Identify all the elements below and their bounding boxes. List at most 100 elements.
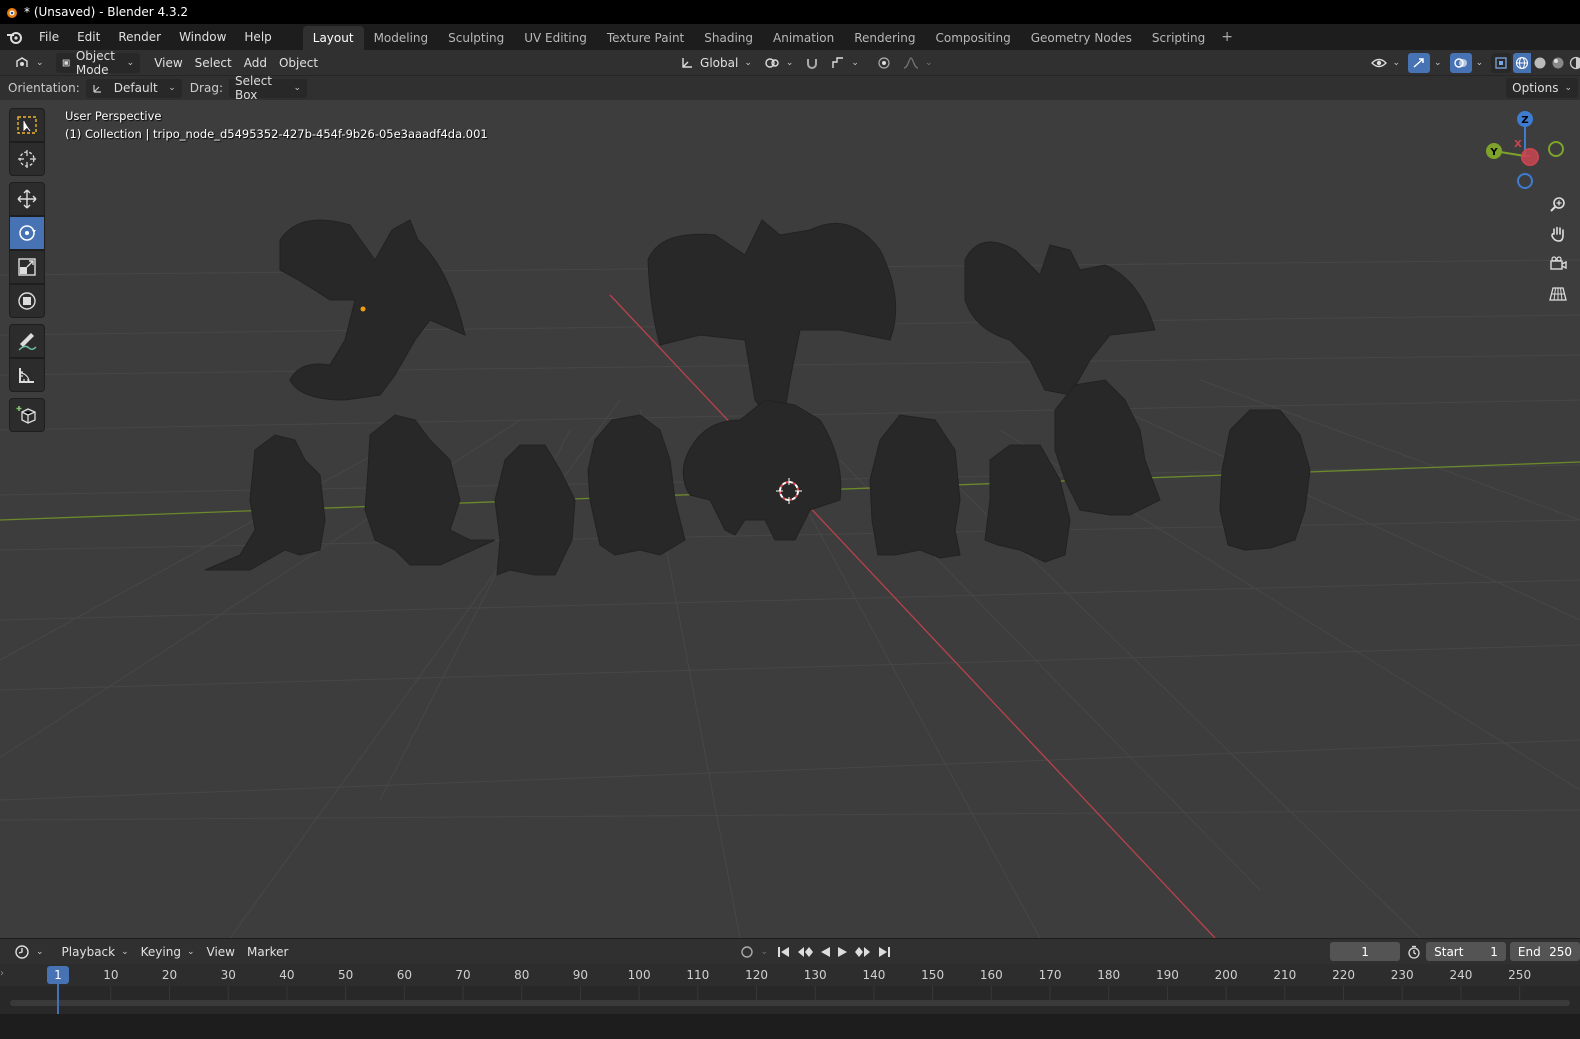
header-menu-view[interactable]: View [148, 53, 188, 73]
shading-rendered-button[interactable] [1567, 53, 1580, 73]
chevron-down-icon: ⌄ [121, 946, 129, 957]
rotate-tool[interactable] [9, 216, 45, 250]
add-workspace-button[interactable]: + [1215, 24, 1239, 50]
play-button[interactable] [834, 942, 852, 962]
mode-selector[interactable]: Object Mode ⌄ [55, 49, 141, 77]
preview-range-toggle[interactable] [1404, 942, 1424, 962]
chevron-down-icon: ⌄ [293, 83, 301, 93]
window-title: * (Unsaved) - Blender 4.3.2 [24, 5, 189, 19]
zoom-button[interactable] [1544, 191, 1572, 219]
next-keyframe-button[interactable] [852, 942, 874, 962]
timeline-menu-playback[interactable]: Playback ⌄ [56, 942, 135, 962]
start-frame-field[interactable]: Start 1 [1426, 942, 1506, 961]
playhead-marker[interactable]: 1 [47, 966, 69, 984]
header-menu-object[interactable]: Object [273, 53, 324, 73]
shading-wireframe-button[interactable] [1513, 52, 1532, 73]
snap-toggle[interactable] [799, 53, 825, 73]
transform-orientation-selector[interactable]: Global ⌄ [674, 53, 758, 73]
drag-dropdown[interactable]: Select Box ⌄ [228, 74, 307, 102]
navigation-gizmo[interactable]: Z Y X [1480, 106, 1570, 196]
play-reverse-button[interactable] [816, 942, 834, 962]
end-frame-field[interactable]: End 250 [1509, 942, 1580, 961]
gizmo-toggle[interactable] [1408, 52, 1431, 73]
timeline-tick-label: 160 [979, 968, 1003, 982]
header-menu-add[interactable]: Add [238, 53, 273, 73]
tab-uv-editing[interactable]: UV Editing [514, 26, 597, 50]
blender-menu-icon[interactable] [6, 30, 24, 44]
orientation-axes-icon [682, 57, 693, 68]
timeline-area[interactable]: 10 20 30 40 50 60 70 80 90 100 110 120 130 140 150 160 1… [0, 964, 1580, 1014]
prev-keyframe-button[interactable] [794, 942, 816, 962]
tab-geometry-nodes[interactable]: Geometry Nodes [1021, 26, 1142, 50]
tab-rendering[interactable]: Rendering [844, 26, 925, 50]
current-frame-field[interactable]: 1 [1330, 942, 1401, 961]
perspective-toggle-button[interactable] [1544, 280, 1572, 308]
move-tool[interactable] [9, 182, 45, 216]
tab-compositing[interactable]: Compositing [925, 26, 1020, 50]
menu-file[interactable]: File [30, 30, 68, 44]
menu-render[interactable]: Render [109, 30, 170, 44]
gizmo-dropdown[interactable]: ⌄ [1434, 58, 1442, 68]
pivot-point-button[interactable]: ⌄ [758, 53, 800, 73]
rotate-icon [19, 225, 36, 241]
timeline-menu-marker[interactable]: Marker [241, 942, 294, 962]
pan-button[interactable] [1544, 220, 1572, 248]
menu-window[interactable]: Window [170, 30, 235, 44]
snap-target-button[interactable]: ⌄ [825, 53, 865, 73]
camera-view-button[interactable] [1544, 250, 1572, 278]
shading-solid-button[interactable] [1531, 53, 1549, 73]
orientation-dropdown[interactable]: Default ⌄ [85, 78, 182, 98]
visibility-button[interactable]: ⌄ [1365, 53, 1407, 73]
transform-tool[interactable] [9, 284, 45, 318]
select-box-icon [17, 116, 37, 134]
svg-text:Z: Z [1521, 115, 1528, 126]
falloff-button[interactable]: ⌄ [897, 53, 939, 73]
jump-end-button[interactable] [874, 942, 894, 962]
select-box-tool[interactable] [9, 108, 45, 142]
prev-keyframe-icon [798, 946, 814, 957]
jump-start-button[interactable] [774, 942, 794, 962]
overlays-toggle[interactable] [1449, 52, 1472, 73]
add-cube-tool[interactable] [9, 398, 45, 432]
blender-logo-icon [7, 8, 17, 18]
3d-viewport[interactable]: User Perspective (1) Collection | tripo_… [0, 100, 1580, 938]
overlays-dropdown[interactable]: ⌄ [1476, 58, 1484, 68]
chevron-down-icon: ⌄ [851, 57, 859, 68]
tab-layout[interactable]: Layout [302, 26, 364, 50]
editor-type-button[interactable]: ⌄ [8, 53, 50, 73]
jump-start-icon [778, 946, 790, 957]
timeline-menu-view[interactable]: View [201, 942, 241, 962]
menu-edit[interactable]: Edit [68, 30, 109, 44]
scale-tool[interactable] [9, 250, 45, 284]
stopwatch-icon [1408, 945, 1420, 959]
cursor-tool[interactable] [9, 142, 45, 176]
tab-shading[interactable]: Shading [694, 26, 763, 50]
menu-help[interactable]: Help [235, 30, 280, 44]
falloff-curve-icon [903, 56, 919, 69]
timeline-tick-label: 190 [1155, 968, 1179, 982]
proportional-edit-toggle[interactable] [871, 53, 897, 73]
tab-animation[interactable]: Animation [763, 26, 844, 50]
tab-texture-paint[interactable]: Texture Paint [597, 26, 694, 50]
options-button[interactable]: Options ⌄ [1506, 78, 1578, 98]
object-origin-dot [360, 306, 366, 312]
tab-modeling[interactable]: Modeling [364, 26, 439, 50]
pan-hand-icon [1551, 226, 1564, 242]
tab-scripting[interactable]: Scripting [1142, 26, 1215, 50]
header-menu-select[interactable]: Select [189, 53, 238, 73]
xray-toggle[interactable] [1491, 52, 1512, 73]
timeline-tick-label: 140 [862, 968, 886, 982]
chevron-down-icon: ⌄ [1564, 83, 1572, 93]
timeline-menu-keying[interactable]: Keying ⌄ [135, 942, 201, 962]
annotate-tool[interactable] [9, 324, 45, 358]
pivot-icon [765, 57, 779, 68]
auto-keying-toggle[interactable]: ⌄ [734, 942, 774, 962]
shading-material-button[interactable] [1549, 53, 1567, 73]
3d-viewport-icon [16, 56, 28, 67]
timeline-tick-label: 250 [1508, 968, 1532, 982]
timeline-editor-type-button[interactable]: ⌄ [8, 942, 50, 962]
measure-tool[interactable] [9, 358, 45, 392]
wireframe-sphere-icon [1516, 56, 1529, 69]
chevron-down-icon: ⌄ [168, 83, 176, 93]
tab-sculpting[interactable]: Sculpting [438, 26, 514, 50]
